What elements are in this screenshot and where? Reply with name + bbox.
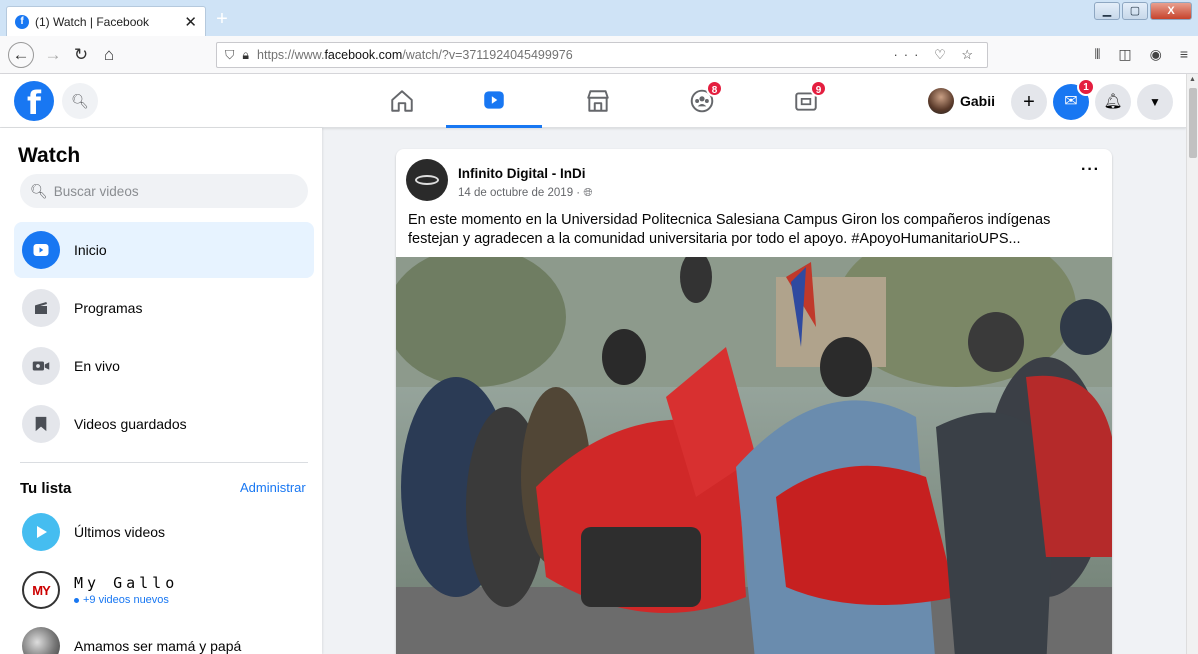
search-input[interactable]: 🔍︎ Buscar videos	[20, 174, 308, 208]
sidebar-item-label: Programas	[74, 300, 143, 316]
new-dot-icon	[74, 597, 79, 603]
main-nav: 8 9	[354, 74, 874, 128]
list-item-label: Amamos ser mamá y papá	[74, 638, 242, 654]
url-path: /watch/?v=3711924045499976	[402, 48, 573, 62]
nav-marketplace[interactable]	[550, 74, 646, 128]
sidebar-item-videos-guardados[interactable]: Videos guardados	[14, 396, 314, 452]
video-player[interactable]: 🔇︎	[396, 257, 1112, 654]
new-videos-count: +9 videos nuevos	[83, 594, 169, 606]
search-icon: 🔍︎	[30, 182, 48, 199]
browser-tab-bar: f (1) Watch | Facebook ✕ + ▁ ▢ X	[0, 0, 1198, 36]
window-close-button[interactable]: X	[1150, 2, 1192, 20]
page-title: Watch	[18, 144, 81, 167]
new-videos-indicator: +9 videos nuevos	[74, 594, 178, 606]
watch-icon	[484, 90, 504, 109]
sidebar-item-label: Videos guardados	[74, 416, 187, 432]
shield-icon[interactable]: ⛉	[225, 48, 234, 63]
facebook-favicon-icon: f	[15, 14, 29, 29]
scrollbar-thumb[interactable]	[1189, 88, 1197, 158]
clapperboard-icon	[22, 289, 60, 327]
minimize-button[interactable]: ▁	[1094, 2, 1120, 20]
nav-gaming[interactable]: 9	[758, 74, 854, 128]
groups-badge: 8	[706, 80, 723, 97]
post-date[interactable]: 14 de octubre de 2019 · 🌐︎	[458, 187, 593, 200]
sidebar-item-label: Inicio	[74, 242, 107, 258]
messenger-badge: 1	[1077, 78, 1095, 96]
search-icon[interactable]: 🔍︎	[62, 83, 98, 119]
sidebar-item-programas[interactable]: Programas	[14, 280, 314, 336]
url-actions-icon[interactable]: ··· ♡ ☆	[893, 47, 979, 63]
list-item-my-gallo[interactable]: MY My Gallo +9 videos nuevos	[14, 562, 314, 618]
nav-home[interactable]	[354, 74, 450, 128]
notifications-bell-icon[interactable]: 🔔︎	[1095, 84, 1131, 120]
bookmark-icon	[22, 405, 60, 443]
more-options-icon[interactable]: ···	[1081, 161, 1100, 179]
video-post: Infinito Digital - InDi 14 de octubre de…	[396, 149, 1112, 654]
list-item-ultimos-videos[interactable]: Últimos videos	[14, 504, 314, 560]
list-item-label: Últimos videos	[74, 524, 166, 540]
sidebar-item-label: En vivo	[74, 358, 120, 374]
sidebar-divider	[20, 462, 308, 463]
my-gallo-text: My Gallo +9 videos nuevos	[74, 574, 178, 606]
scroll-up-icon[interactable]: ▲	[1189, 76, 1196, 83]
sidebar-item-inicio[interactable]: Inicio	[14, 222, 314, 278]
window-controls: ▁ ▢ X	[1094, 2, 1192, 20]
sidebar-item-en-vivo[interactable]: En vivo	[14, 338, 314, 394]
nav-watch[interactable]	[446, 74, 542, 128]
new-tab-button[interactable]: +	[210, 8, 234, 30]
list-section-title: Tu lista	[20, 480, 72, 497]
account-menu-chevron-down-icon[interactable]: ▼	[1137, 84, 1173, 120]
facebook-header: f 🔍︎ 8 9 Gabii + ✉︎ 1 🔔︎ ▼	[0, 74, 1186, 128]
avatar	[22, 627, 60, 654]
lock-icon[interactable]: 🔒︎	[242, 48, 249, 63]
page-scrollbar[interactable]: ▲	[1186, 74, 1198, 654]
infinity-logo-icon	[415, 175, 439, 185]
sidebar-icon[interactable]: ◫	[1118, 46, 1131, 63]
forward-arrow-icon[interactable]: →	[40, 43, 66, 67]
marketplace-icon	[587, 90, 609, 112]
url-prefix: https://www.	[257, 48, 325, 62]
maximize-button[interactable]: ▢	[1122, 2, 1148, 20]
create-button[interactable]: +	[1011, 84, 1047, 120]
browser-tab[interactable]: f (1) Watch | Facebook ✕	[6, 6, 206, 36]
list-item-amamos[interactable]: Amamos ser mamá y papá	[14, 618, 314, 654]
account-icon[interactable]: ◉	[1150, 46, 1162, 63]
my-gallo-logo: MY	[22, 571, 60, 609]
gaming-badge: 9	[810, 80, 827, 97]
facebook-logo-icon[interactable]: f	[14, 81, 54, 122]
watch-home-icon	[22, 231, 60, 269]
post-date-text: 14 de octubre de 2019 ·	[458, 187, 584, 199]
library-icon[interactable]: ⫴	[1094, 46, 1100, 63]
url-bar[interactable]: ⛉ 🔒︎ https://www. facebook.com /watch/?v…	[216, 42, 988, 68]
reload-icon[interactable]: ↻	[68, 43, 94, 67]
administrar-link[interactable]: Administrar	[240, 480, 306, 495]
home-icon	[391, 90, 413, 112]
user-name: Gabii	[960, 93, 996, 109]
avatar	[928, 88, 954, 114]
live-video-icon	[22, 347, 60, 385]
search-placeholder: Buscar videos	[53, 183, 139, 199]
menu-icon[interactable]: ≡	[1180, 46, 1188, 63]
nav-groups[interactable]: 8	[654, 74, 750, 128]
post-text: En este momento en la Universidad Polite…	[408, 212, 1051, 247]
home-icon[interactable]: ⌂	[96, 43, 122, 67]
browser-navbar: ← → ↻ ⌂ ⛉ 🔒︎ https://www. facebook.com /…	[0, 36, 1198, 74]
post-page-name[interactable]: Infinito Digital - InDi	[458, 166, 585, 181]
globe-icon: 🌐︎	[583, 187, 593, 199]
back-arrow-icon[interactable]: ←	[8, 42, 34, 68]
profile-chip[interactable]: Gabii	[928, 84, 1005, 118]
page-avatar[interactable]	[406, 159, 448, 201]
url-host: facebook.com	[324, 48, 403, 62]
tab-close-icon[interactable]: ✕	[184, 13, 197, 31]
video-frame	[396, 257, 1112, 654]
watch-sidebar: Watch 🔍︎ Buscar videos Inicio Programas …	[0, 128, 322, 654]
tab-title: (1) Watch | Facebook	[35, 14, 150, 29]
list-item-label: My Gallo	[74, 574, 179, 592]
play-icon	[22, 513, 60, 551]
browser-toolbar-right: ⫴ ◫ ◉ ≡	[1094, 46, 1188, 63]
